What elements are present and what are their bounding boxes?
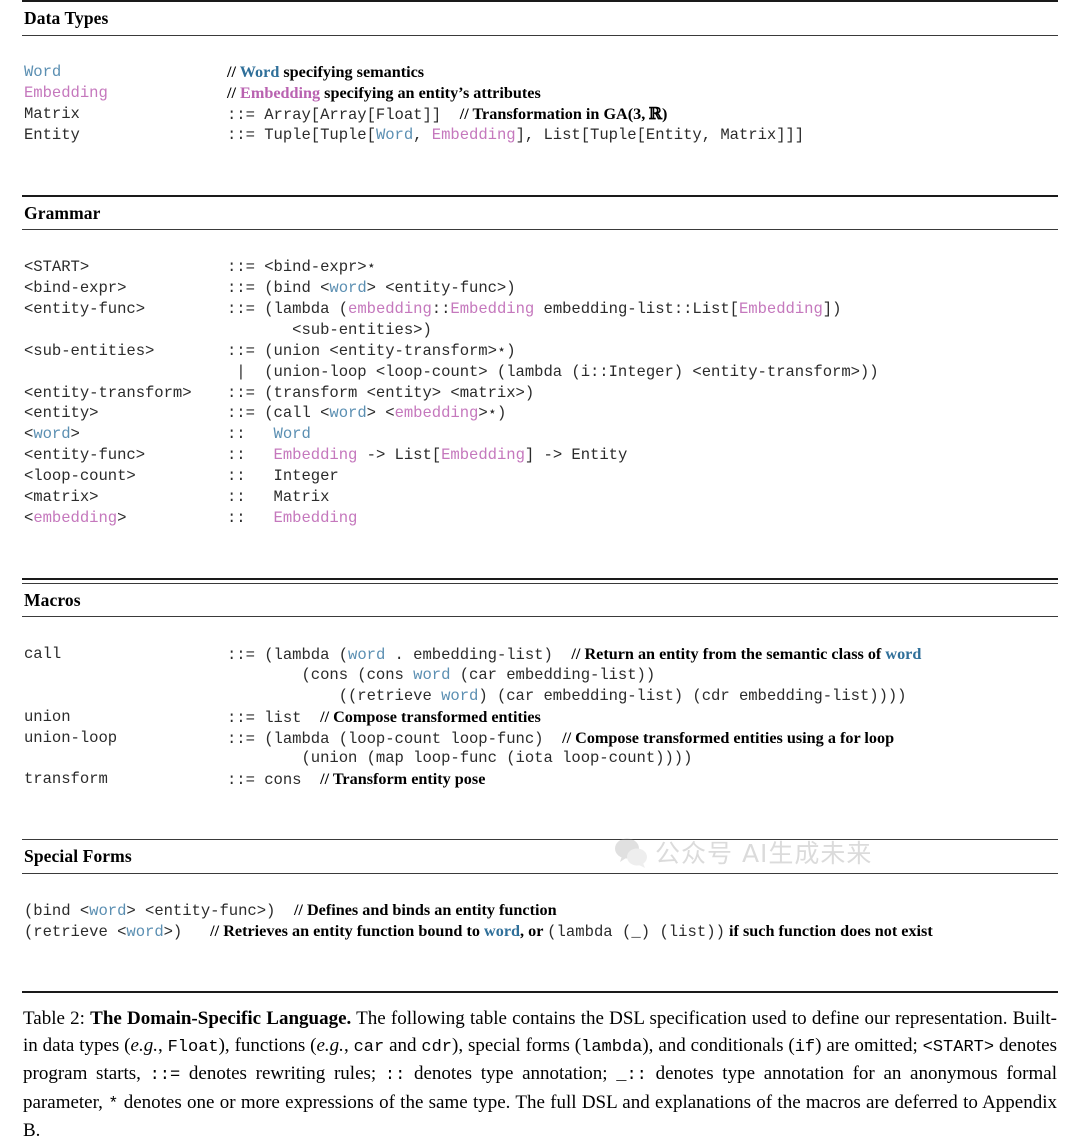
section-body-grammar: <START>::= <bind-expr>⋆<bind-expr>::= (b…: [22, 230, 1058, 577]
type-name-matrix: Matrix: [24, 105, 80, 124]
table-caption: Table 2: The Domain-Specific Language. T…: [23, 1008, 1058, 1142]
type-name-embedding: Embedding: [24, 84, 108, 103]
code-comment: // Compose transformed entities using a …: [562, 728, 895, 747]
nonterminal-word: <word>: [24, 425, 80, 444]
code-row: union::= list // Compose transformed ent…: [24, 707, 541, 727]
section-heading-data-types: Data Types: [24, 8, 109, 28]
nonterminal-entity-transform: <entity-transform>: [24, 383, 192, 402]
code-row: Word // Word specifying semantics: [24, 62, 1058, 83]
nonterminal-bind-expr: <bind-expr>: [24, 279, 127, 298]
caption-title: The Domain-Specific Language.: [90, 1008, 352, 1030]
code-comment: // Retrieves an entity function bound to…: [210, 922, 933, 942]
code-row: Entity::= Tuple[Tuple[Word, Embedding], …: [24, 126, 805, 145]
code-row: <word>:: Word: [24, 425, 311, 444]
macro-name-union-loop: union-loop: [24, 728, 118, 747]
nonterminal-matrix: <matrix>: [24, 487, 99, 506]
nonterminal-start: <START>: [24, 258, 90, 277]
code-comment: // Transform entity pose: [320, 770, 486, 789]
code-comment: // Transformation in GA(3, ℝ): [459, 104, 668, 124]
code-row: <entity-func>:: Embedding -> List[Embedd…: [24, 446, 628, 465]
section-heading-macros: Macros: [24, 589, 81, 610]
nonterminal-loop-count: <loop-count>: [24, 467, 136, 486]
code-row: | (union-loop <loop-count> (lambda (i::I…: [227, 362, 879, 381]
code-row: <entity-transform>::= (transform <entity…: [24, 383, 535, 402]
code-comment: // Embedding specifying an entity’s attr…: [227, 84, 541, 103]
section-heading-special-forms: Special Forms: [24, 846, 132, 867]
code-row: (cons (cons word (car embedding-list)): [227, 665, 656, 684]
code-row: <entity>::= (call <word> <embedding>⋆): [24, 404, 507, 423]
code-row: transform::= cons // Transform entity po…: [24, 770, 486, 790]
section-heading-grammar: Grammar: [24, 202, 101, 223]
nonterminal-entity-func-type: <entity-func>: [24, 446, 146, 465]
code-row: (union (map loop-func (iota loop-count))…: [227, 749, 693, 768]
code-row: call::= (lambda (word . embedding-list) …: [24, 644, 922, 664]
code-row: union-loop::= (lambda (loop-count loop-f…: [24, 728, 895, 748]
nonterminal-embedding: <embedding>: [24, 508, 127, 527]
macro-name-call: call: [24, 644, 62, 663]
code-row: <embedding>:: Embedding: [24, 508, 358, 527]
code-row: <matrix>:: Matrix: [24, 487, 330, 506]
code-comment: // Return an entity from the semantic cl…: [571, 644, 922, 663]
nonterminal-entity-func: <entity-func>: [24, 299, 146, 318]
type-name-word: Word: [24, 63, 62, 82]
code-comment: // Defines and binds an entity function: [293, 901, 557, 920]
code-row: <bind-expr>::= (bind <word> <entity-func…: [24, 279, 516, 298]
code-comment: // Compose transformed entities: [320, 707, 541, 726]
nonterminal-sub-entities: <sub-entities>: [24, 341, 155, 360]
code-row: <sub-entities>::= (union <entity-transfo…: [24, 341, 516, 360]
section-body-special-forms: (bind <word> <entity-func>) // Defines a…: [22, 874, 1058, 992]
code-row: ((retrieve word) (car embedding-list) (c…: [227, 686, 907, 705]
caption-label: Table 2:: [23, 1008, 85, 1030]
code-row: Matrix::= Array[Array[Float]] // Transfo…: [24, 104, 668, 125]
macro-name-transform: transform: [24, 770, 108, 789]
code-row: <entity-func>::= (lambda (embedding::Emb…: [24, 299, 842, 318]
type-name-entity: Entity: [24, 126, 80, 145]
code-row: <loop-count>:: Integer: [24, 467, 339, 486]
macro-name-union: union: [24, 707, 71, 726]
section-body-data-types: Word// Word specifying semantics Embeddin…: [22, 36, 1058, 195]
code-row: (bind <word> <entity-func>) // Defines a…: [24, 901, 557, 921]
code-row: <START>::= <bind-expr>⋆: [24, 258, 376, 277]
table-figure: Data Types Word // Word specifying semant…: [0, 0, 1080, 1141]
code-row: Embedding // Embedding specifying an enti…: [24, 83, 1058, 104]
code-comment: // Word specifying semantics: [227, 63, 425, 82]
nonterminal-entity: <entity>: [24, 404, 99, 423]
section-body-macros: call::= (lambda (word . embedding-list) …: [22, 617, 1058, 839]
code-row: (retrieve <word>) // Retrieves an entity…: [24, 922, 933, 942]
code-row: <sub-entities>): [227, 320, 432, 339]
